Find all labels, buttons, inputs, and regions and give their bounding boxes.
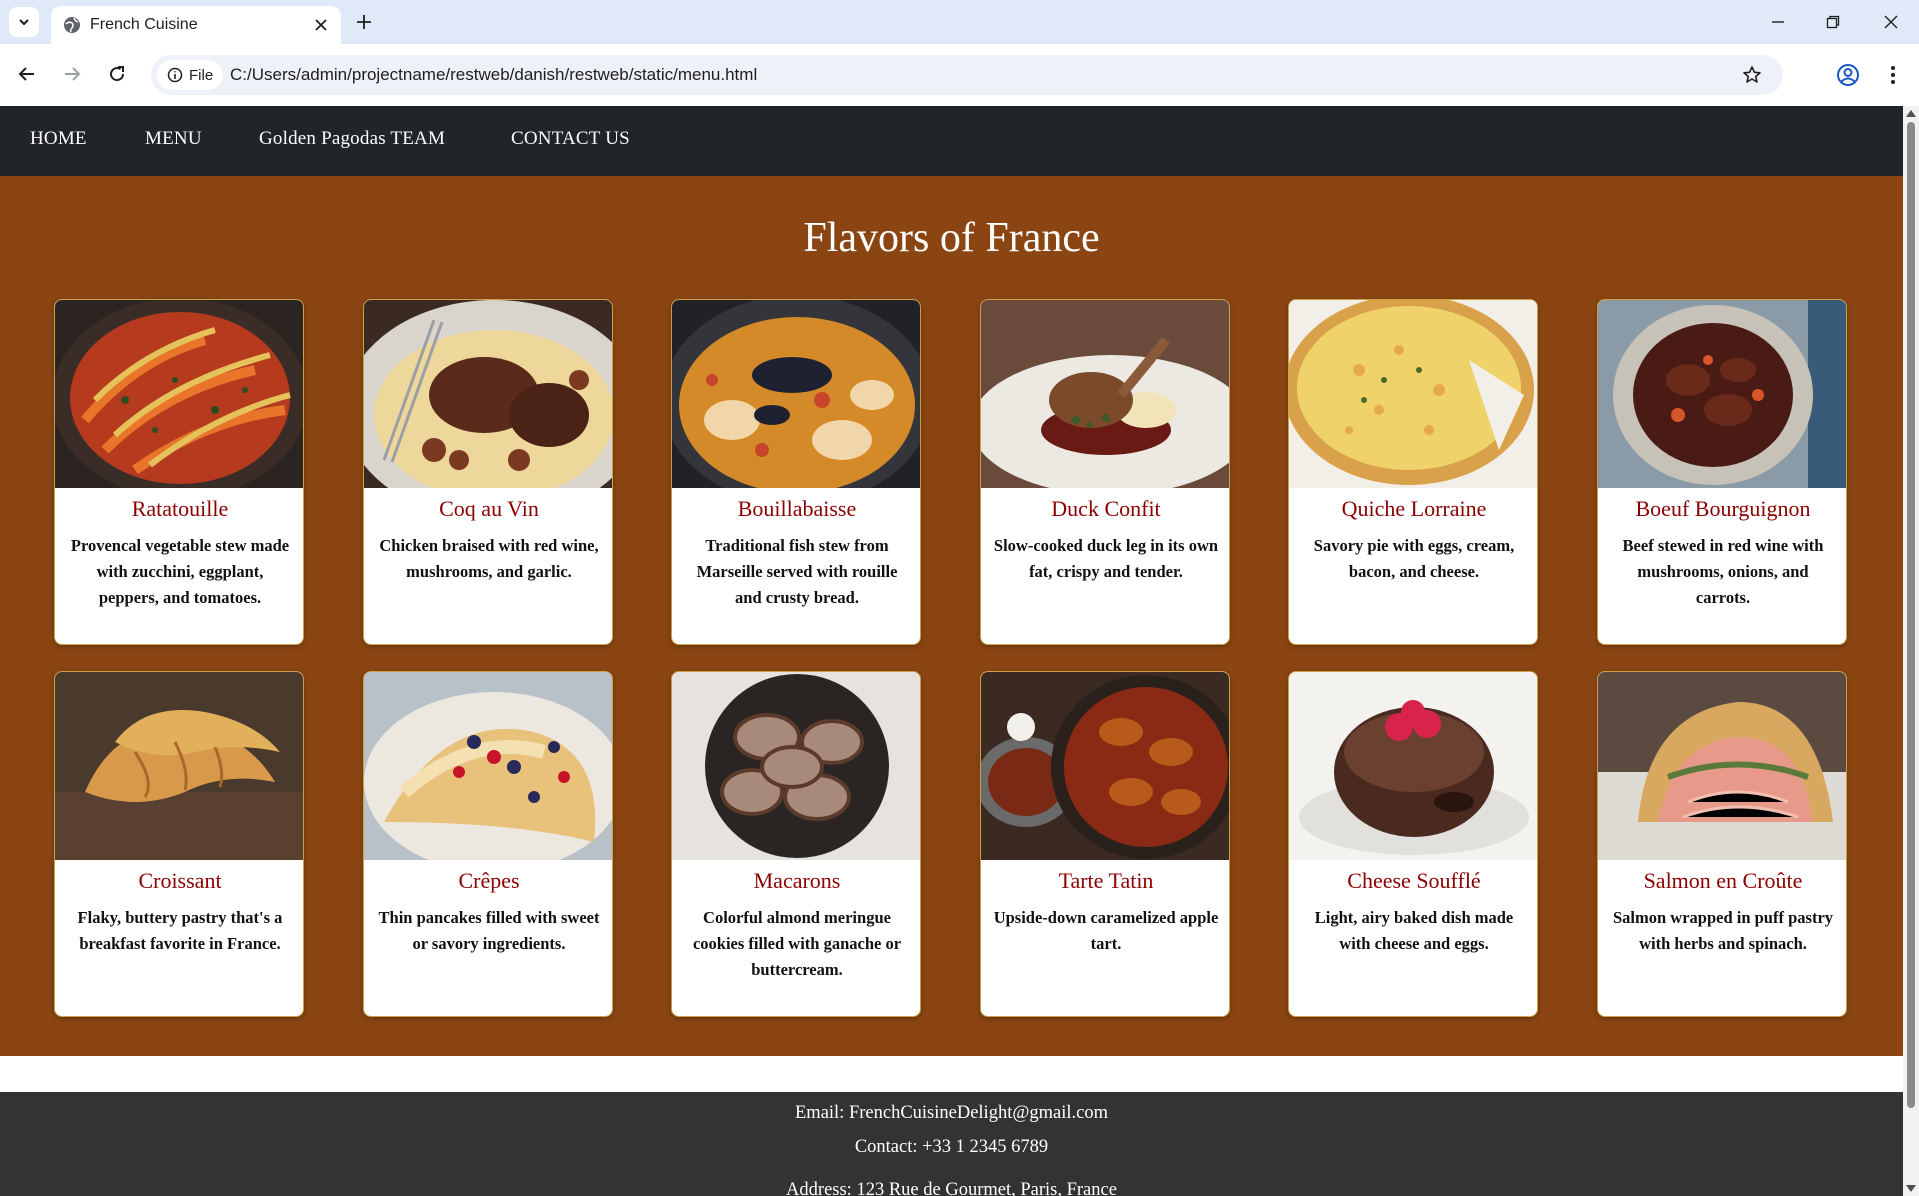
page-title: Flavors of France [803, 215, 1100, 261]
dish-image-croissant [55, 672, 303, 860]
dish-description: Colorful almond meringue cookies filled … [692, 908, 902, 979]
dish-card: Macarons Colorful almond meringue cookie… [671, 671, 921, 1017]
site-navbar: HOME MENU Golden Pagodas TEAM CONTACT US [0, 106, 1903, 176]
back-arrow-icon[interactable] [12, 59, 42, 89]
dish-description: Upside-down caramelized apple tart. [993, 908, 1219, 953]
dish-image-salmon-en-croute [1598, 672, 1846, 860]
close-window-icon[interactable] [1876, 8, 1906, 36]
dish-description: Savory pie with eggs, cream, bacon, and … [1313, 536, 1515, 581]
nav-team[interactable]: Golden Pagodas TEAM [259, 128, 445, 150]
restore-icon[interactable] [1818, 8, 1848, 36]
site-info-chip[interactable]: File [157, 60, 223, 90]
dish-card: Cheese Soufflé Light, airy baked dish ma… [1288, 671, 1538, 1017]
dish-name: Coq au Vin [439, 496, 539, 521]
dish-name: Croissant [138, 868, 222, 893]
dish-image-macarons [672, 672, 920, 860]
browser-tab-bar: French Cuisine [0, 0, 1919, 44]
dish-card: Tarte Tatin Upside-down caramelized appl… [980, 671, 1230, 1017]
chevron-down-icon [19, 19, 29, 26]
dish-description: Chicken braised with red wine, mushrooms… [379, 536, 599, 581]
page-viewport: HOME MENU Golden Pagodas TEAM CONTACT US… [0, 106, 1903, 1196]
browser-tab[interactable]: French Cuisine [51, 6, 341, 44]
dish-image-ratatouille [55, 300, 303, 488]
dish-image-tarte-tatin [981, 672, 1229, 860]
menu-section: Flavors of France Ratatouille Provencal … [0, 176, 1903, 1056]
dish-image-duck-confit [981, 300, 1229, 488]
dish-image-cheese-souffle [1289, 672, 1537, 860]
footer-email: Email: FrenchCuisineDelight@gmail.com [795, 1103, 1108, 1123]
scroll-up-arrow-icon[interactable] [1906, 110, 1916, 117]
dish-name: Duck Confit [1051, 496, 1161, 521]
dish-name: Macarons [753, 868, 841, 893]
minimize-icon[interactable] [1763, 8, 1793, 36]
close-tab-icon[interactable] [310, 14, 332, 36]
tab-search-button[interactable] [9, 7, 39, 37]
dish-card: Quiche Lorraine Savory pie with eggs, cr… [1288, 299, 1538, 645]
dish-card: Croissant Flaky, buttery pastry that's a… [54, 671, 304, 1017]
dish-image-quiche-lorraine [1289, 300, 1537, 488]
dish-name: Salmon en Croûte [1643, 868, 1803, 893]
more-options-icon[interactable] [1881, 61, 1905, 89]
dish-description: Thin pancakes filled with sweet or savor… [378, 908, 600, 953]
dish-name: Crêpes [458, 868, 520, 893]
dish-description: Provencal vegetable stew made with zucch… [70, 536, 290, 607]
dish-description: Flaky, buttery pastry that's a breakfast… [77, 908, 283, 953]
tab-title: French Cuisine [90, 16, 198, 33]
dish-card: Salmon en Croûte Salmon wrapped in puff … [1597, 671, 1847, 1017]
footer-address: Address: 123 Rue de Gourmet, Paris, Fran… [786, 1180, 1117, 1196]
dish-description: Light, airy baked dish made with cheese … [1314, 908, 1514, 953]
dish-card: Crêpes Thin pancakes filled with sweet o… [363, 671, 613, 1017]
nav-home[interactable]: HOME [30, 128, 87, 150]
scroll-down-arrow-icon[interactable] [1906, 1185, 1916, 1192]
nav-menu[interactable]: MENU [145, 128, 202, 150]
dish-description: Salmon wrapped in puff pastry with herbs… [1612, 908, 1834, 953]
dish-image-crepes [364, 672, 612, 860]
dish-name: Tarte Tatin [1058, 868, 1154, 893]
new-tab-plus-icon[interactable] [352, 10, 376, 34]
dish-card: Boeuf Bourguignon Beef stewed in red win… [1597, 299, 1847, 645]
scrollbar-thumb[interactable] [1907, 122, 1915, 1108]
reload-icon[interactable] [102, 59, 132, 89]
site-chip-label: File [189, 66, 214, 84]
dish-card: Coq au Vin Chicken braised with red wine… [363, 299, 613, 645]
bookmark-star-icon[interactable] [1741, 64, 1763, 86]
dish-name: Bouillabaisse [737, 496, 857, 521]
profile-icon[interactable] [1834, 61, 1862, 89]
dish-image-boeuf-bourguignon [1598, 300, 1846, 488]
dish-image-bouillabaisse [672, 300, 920, 488]
dish-description: Slow-cooked duck leg in its own fat, cri… [993, 536, 1219, 581]
dish-name: Quiche Lorraine [1341, 496, 1487, 521]
url-text[interactable]: C:/Users/admin/projectname/restweb/danis… [230, 65, 757, 85]
footer-contact: Contact: +33 1 2345 6789 [854, 1137, 1049, 1157]
info-icon [167, 67, 183, 83]
dish-description: Beef stewed in red wine with mushrooms, … [1622, 536, 1824, 607]
address-bar[interactable]: File C:/Users/admin/projectname/restweb/… [151, 55, 1783, 95]
globe-icon [64, 17, 80, 33]
dish-description: Traditional fish stew from Marseille ser… [696, 536, 898, 607]
dish-name: Boeuf Bourguignon [1635, 496, 1811, 521]
forward-arrow-icon[interactable] [57, 59, 87, 89]
page-scrollbar[interactable] [1903, 106, 1919, 1196]
dish-image-coq-au-vin [364, 300, 612, 488]
dish-name: Cheese Soufflé [1347, 868, 1481, 893]
nav-contact[interactable]: CONTACT US [511, 128, 630, 150]
dish-card: Bouillabaisse Traditional fish stew from… [671, 299, 921, 645]
dish-name: Ratatouille [131, 496, 229, 521]
browser-toolbar: File C:/Users/admin/projectname/restweb/… [0, 44, 1919, 106]
site-footer: Email: FrenchCuisineDelight@gmail.com Co… [0, 1092, 1903, 1196]
dish-card: Duck Confit Slow-cooked duck leg in its … [980, 299, 1230, 645]
dish-card: Ratatouille Provencal vegetable stew mad… [54, 299, 304, 645]
